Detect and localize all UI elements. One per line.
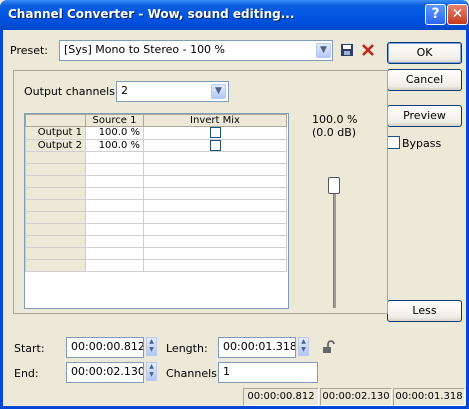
preset-combo[interactable]: [Sys] Mono to Stereo - 100 % — [59, 40, 333, 61]
invert-checkbox[interactable] — [209, 139, 221, 151]
delete-preset-icon[interactable] — [361, 43, 375, 57]
window-title: Channel Converter - Wow, sound editing..… — [8, 7, 295, 21]
length-spinner[interactable]: ▲ ▼ — [298, 337, 309, 356]
cancel-button[interactable]: Cancel — [387, 69, 462, 91]
end-label: End: — [14, 367, 39, 380]
grid-corner-header — [25, 114, 86, 127]
empty-row — [25, 151, 287, 164]
invert-checkbox[interactable] — [209, 127, 221, 138]
help-button[interactable]: ? — [425, 4, 446, 25]
row-label: Output 1 — [25, 126, 86, 140]
source-cell[interactable]: 100.0 % — [85, 138, 144, 152]
invert-cell — [143, 126, 287, 140]
window-frame-left — [0, 30, 3, 409]
ok-button[interactable]: OK — [387, 42, 462, 64]
source-cell[interactable]: 100.0 % — [85, 126, 144, 140]
mix-grid[interactable]: Source 1 Invert Mix Output 1 100.0 % Out… — [24, 113, 289, 309]
channels-label: Channels: — [166, 367, 221, 380]
bypass-checkbox[interactable] — [387, 136, 400, 149]
level-slider-thumb[interactable] — [328, 177, 340, 194]
channels-value: 1 — [223, 365, 230, 378]
preview-button[interactable]: Preview — [387, 105, 462, 127]
output-channels-arrow-icon[interactable]: ▼ — [211, 84, 226, 99]
empty-row — [25, 259, 287, 272]
grid-header-row: Source 1 Invert Mix — [25, 114, 287, 127]
length-field[interactable]: 00:00:01.318 — [218, 337, 296, 358]
empty-row — [25, 187, 287, 200]
start-label: Start: — [14, 342, 45, 355]
less-button[interactable]: Less — [387, 300, 462, 322]
output-channels-label: Output channels: — [24, 85, 119, 98]
empty-row — [25, 223, 287, 236]
status-start: 00:00:00.812 — [243, 388, 319, 406]
start-field[interactable]: 00:00:00.812 — [66, 337, 144, 358]
empty-row — [25, 199, 287, 212]
status-end: 00:00:02.130 — [320, 388, 392, 406]
channels-field[interactable]: 1 — [218, 362, 318, 383]
empty-row — [25, 247, 287, 260]
bypass-label: Bypass — [402, 137, 442, 150]
output-channels-value: 2 — [121, 84, 128, 97]
empty-row — [25, 175, 287, 188]
save-preset-icon[interactable] — [340, 43, 354, 57]
unlock-icon[interactable] — [322, 340, 336, 354]
end-value: 00:00:02.130 — [71, 365, 144, 378]
empty-row — [25, 163, 287, 176]
table-row: Output 1 100.0 % — [25, 126, 287, 140]
table-row: Output 2 100.0 % — [25, 138, 287, 152]
invert-cell — [143, 138, 287, 152]
level-slider-track[interactable] — [333, 178, 336, 308]
length-label: Length: — [166, 342, 208, 355]
level-db: (0.0 dB) — [312, 126, 357, 139]
close-button[interactable]: ✕ — [447, 4, 468, 25]
grid-header-invert: Invert Mix — [143, 114, 287, 127]
end-spinner[interactable]: ▲ ▼ — [146, 362, 157, 381]
preset-dropdown-arrow-icon[interactable]: ▼ — [316, 43, 331, 58]
empty-row — [25, 235, 287, 248]
row-label: Output 2 — [25, 138, 86, 152]
start-value: 00:00:00.812 — [71, 340, 144, 353]
grid-header-source: Source 1 — [85, 114, 144, 127]
empty-row — [25, 211, 287, 224]
level-percent: 100.0 % — [312, 113, 358, 126]
status-length: 00:00:01.318 — [393, 388, 465, 406]
length-value: 00:00:01.318 — [223, 340, 296, 353]
end-field[interactable]: 00:00:02.130 — [66, 362, 144, 383]
start-spinner[interactable]: ▲ ▼ — [146, 337, 157, 356]
preset-label: Preset: — [10, 44, 49, 57]
preset-value: [Sys] Mono to Stereo - 100 % — [64, 43, 226, 56]
